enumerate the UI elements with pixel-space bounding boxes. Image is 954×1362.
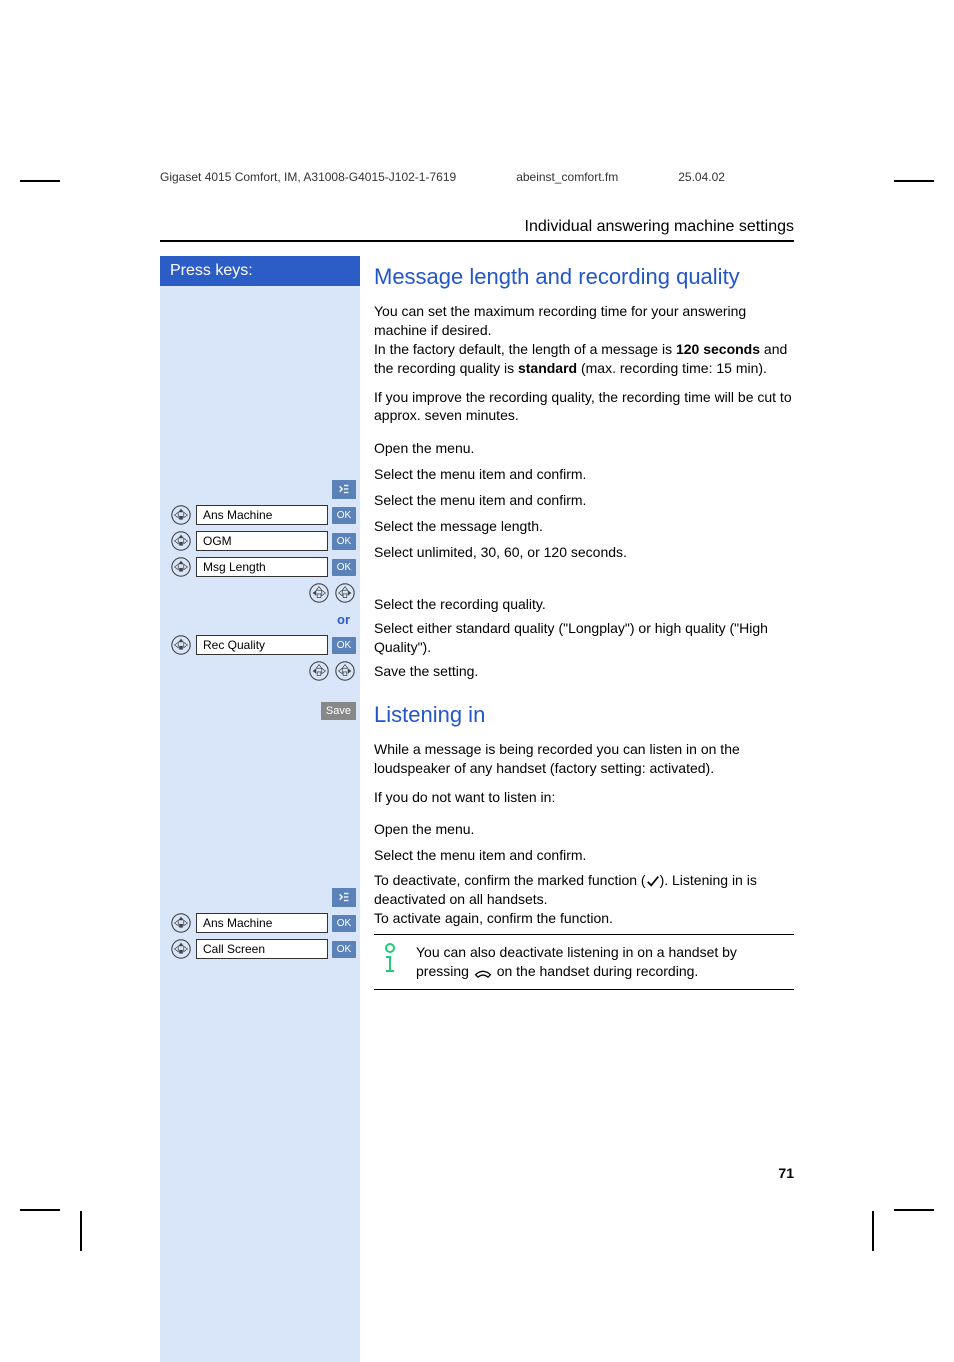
ok-button: OK: [332, 637, 356, 654]
menu-icon: [332, 480, 356, 499]
crop-mark: [894, 180, 934, 182]
step-desc: Select unlimited, 30, 60, or 120 seconds…: [374, 539, 794, 565]
paragraph: You can set the maximum recording time f…: [374, 302, 794, 378]
nav-icon: [170, 530, 192, 552]
menu-label: Rec Quality: [196, 635, 328, 655]
step-open-menu-2: [160, 884, 360, 910]
crop-mark: [872, 1211, 874, 1251]
page: Gigaset 4015 Comfort, IM, A31008-G4015-J…: [0, 0, 954, 1351]
step-msg-length: Msg Length OK: [160, 554, 360, 580]
check-icon: [646, 874, 660, 888]
paragraph: If you improve the recording quality, th…: [374, 388, 794, 426]
step-open-menu: [160, 476, 360, 502]
info-icon: [378, 943, 402, 973]
paragraph: If you do not want to listen in:: [374, 788, 794, 807]
nav-right-icon: [334, 660, 356, 682]
press-keys-header: Press keys:: [160, 256, 360, 286]
menu-label: Ans Machine: [196, 505, 328, 525]
menu-icon: [332, 888, 356, 907]
menu-label: Ans Machine: [196, 913, 328, 933]
text: To activate again, confirm the function.: [374, 910, 613, 926]
step-desc: To deactivate, confirm the marked functi…: [374, 869, 794, 929]
ok-button: OK: [332, 507, 356, 524]
paragraph: While a message is being recorded you ca…: [374, 740, 794, 778]
step-desc: Select the menu item and confirm.: [374, 487, 794, 513]
text: You can set the maximum recording time f…: [374, 303, 746, 338]
step-lr-arrows-2: [160, 658, 360, 684]
text: (max. recording time: 15 min).: [577, 360, 767, 376]
step-desc: Select the message length.: [374, 513, 794, 539]
save-button: Save: [321, 702, 356, 720]
crop-mark: [20, 180, 60, 182]
nav-icon: [170, 504, 192, 526]
nav-icon: [170, 634, 192, 656]
file-date: 25.04.02: [678, 170, 725, 184]
nav-icon: [170, 556, 192, 578]
step-desc: [374, 565, 794, 591]
content: Press keys: Ans Machine OK OGM OK M: [100, 256, 854, 1362]
bold-text: 120 seconds: [676, 341, 760, 357]
right-column: Message length and recording quality You…: [360, 256, 794, 1362]
menu-label: OGM: [196, 531, 328, 551]
bold-text: standard: [518, 360, 577, 376]
step-rec-quality: Rec Quality OK: [160, 632, 360, 658]
ok-button: OK: [332, 559, 356, 576]
section-heading: Listening in: [374, 702, 794, 728]
step-ogm: OGM OK: [160, 528, 360, 554]
nav-left-icon: [308, 582, 330, 604]
step-desc: Save the setting.: [374, 658, 794, 684]
step-desc: Select the recording quality.: [374, 591, 794, 617]
nav-icon: [170, 938, 192, 960]
step-lr-arrows: [160, 580, 360, 606]
file-name: abeinst_comfort.fm: [516, 170, 618, 184]
ok-button: OK: [332, 533, 356, 550]
crop-mark: [894, 1209, 934, 1211]
page-number: 71: [778, 1165, 794, 1181]
info-box: You can also deactivate listening in on …: [374, 934, 794, 990]
menu-label: Msg Length: [196, 557, 328, 577]
text: To deactivate, confirm the marked functi…: [374, 872, 646, 888]
nav-right-icon: [334, 582, 356, 604]
doc-id: Gigaset 4015 Comfort, IM, A31008-G4015-J…: [160, 170, 456, 184]
step-desc: Select the menu item and confirm.: [374, 843, 794, 869]
crop-mark: [20, 1209, 60, 1211]
step-call-screen: Call Screen OK: [160, 936, 360, 962]
section-heading: Message length and recording quality: [374, 264, 794, 290]
step-desc: Open the menu.: [374, 817, 794, 843]
step-desc: Select either standard quality ("Longpla…: [374, 617, 794, 658]
crop-mark: [80, 1211, 82, 1251]
step-save: Save: [160, 698, 360, 724]
menu-label: Call Screen: [196, 939, 328, 959]
section-title-row: Individual answering machine settings: [100, 218, 854, 242]
step-desc: Select the menu item and confirm.: [374, 461, 794, 487]
left-column: Press keys: Ans Machine OK OGM OK M: [160, 256, 360, 1362]
header-line: Gigaset 4015 Comfort, IM, A31008-G4015-J…: [100, 170, 854, 184]
info-text: You can also deactivate listening in on …: [416, 943, 790, 981]
step-ans-machine: Ans Machine OK: [160, 502, 360, 528]
step-ans-machine-2: Ans Machine OK: [160, 910, 360, 936]
section-title: Individual answering machine settings: [160, 218, 794, 242]
or-label: or: [337, 612, 350, 627]
step-or: or: [160, 606, 360, 632]
nav-icon: [170, 912, 192, 934]
text: on the handset during recording.: [493, 963, 698, 979]
step-desc: Open the menu.: [374, 435, 794, 461]
text: In the factory default, the length of a …: [374, 341, 676, 357]
nav-left-icon: [308, 660, 330, 682]
ok-button: OK: [332, 941, 356, 958]
ok-button: OK: [332, 915, 356, 932]
hangup-icon: [473, 966, 493, 980]
